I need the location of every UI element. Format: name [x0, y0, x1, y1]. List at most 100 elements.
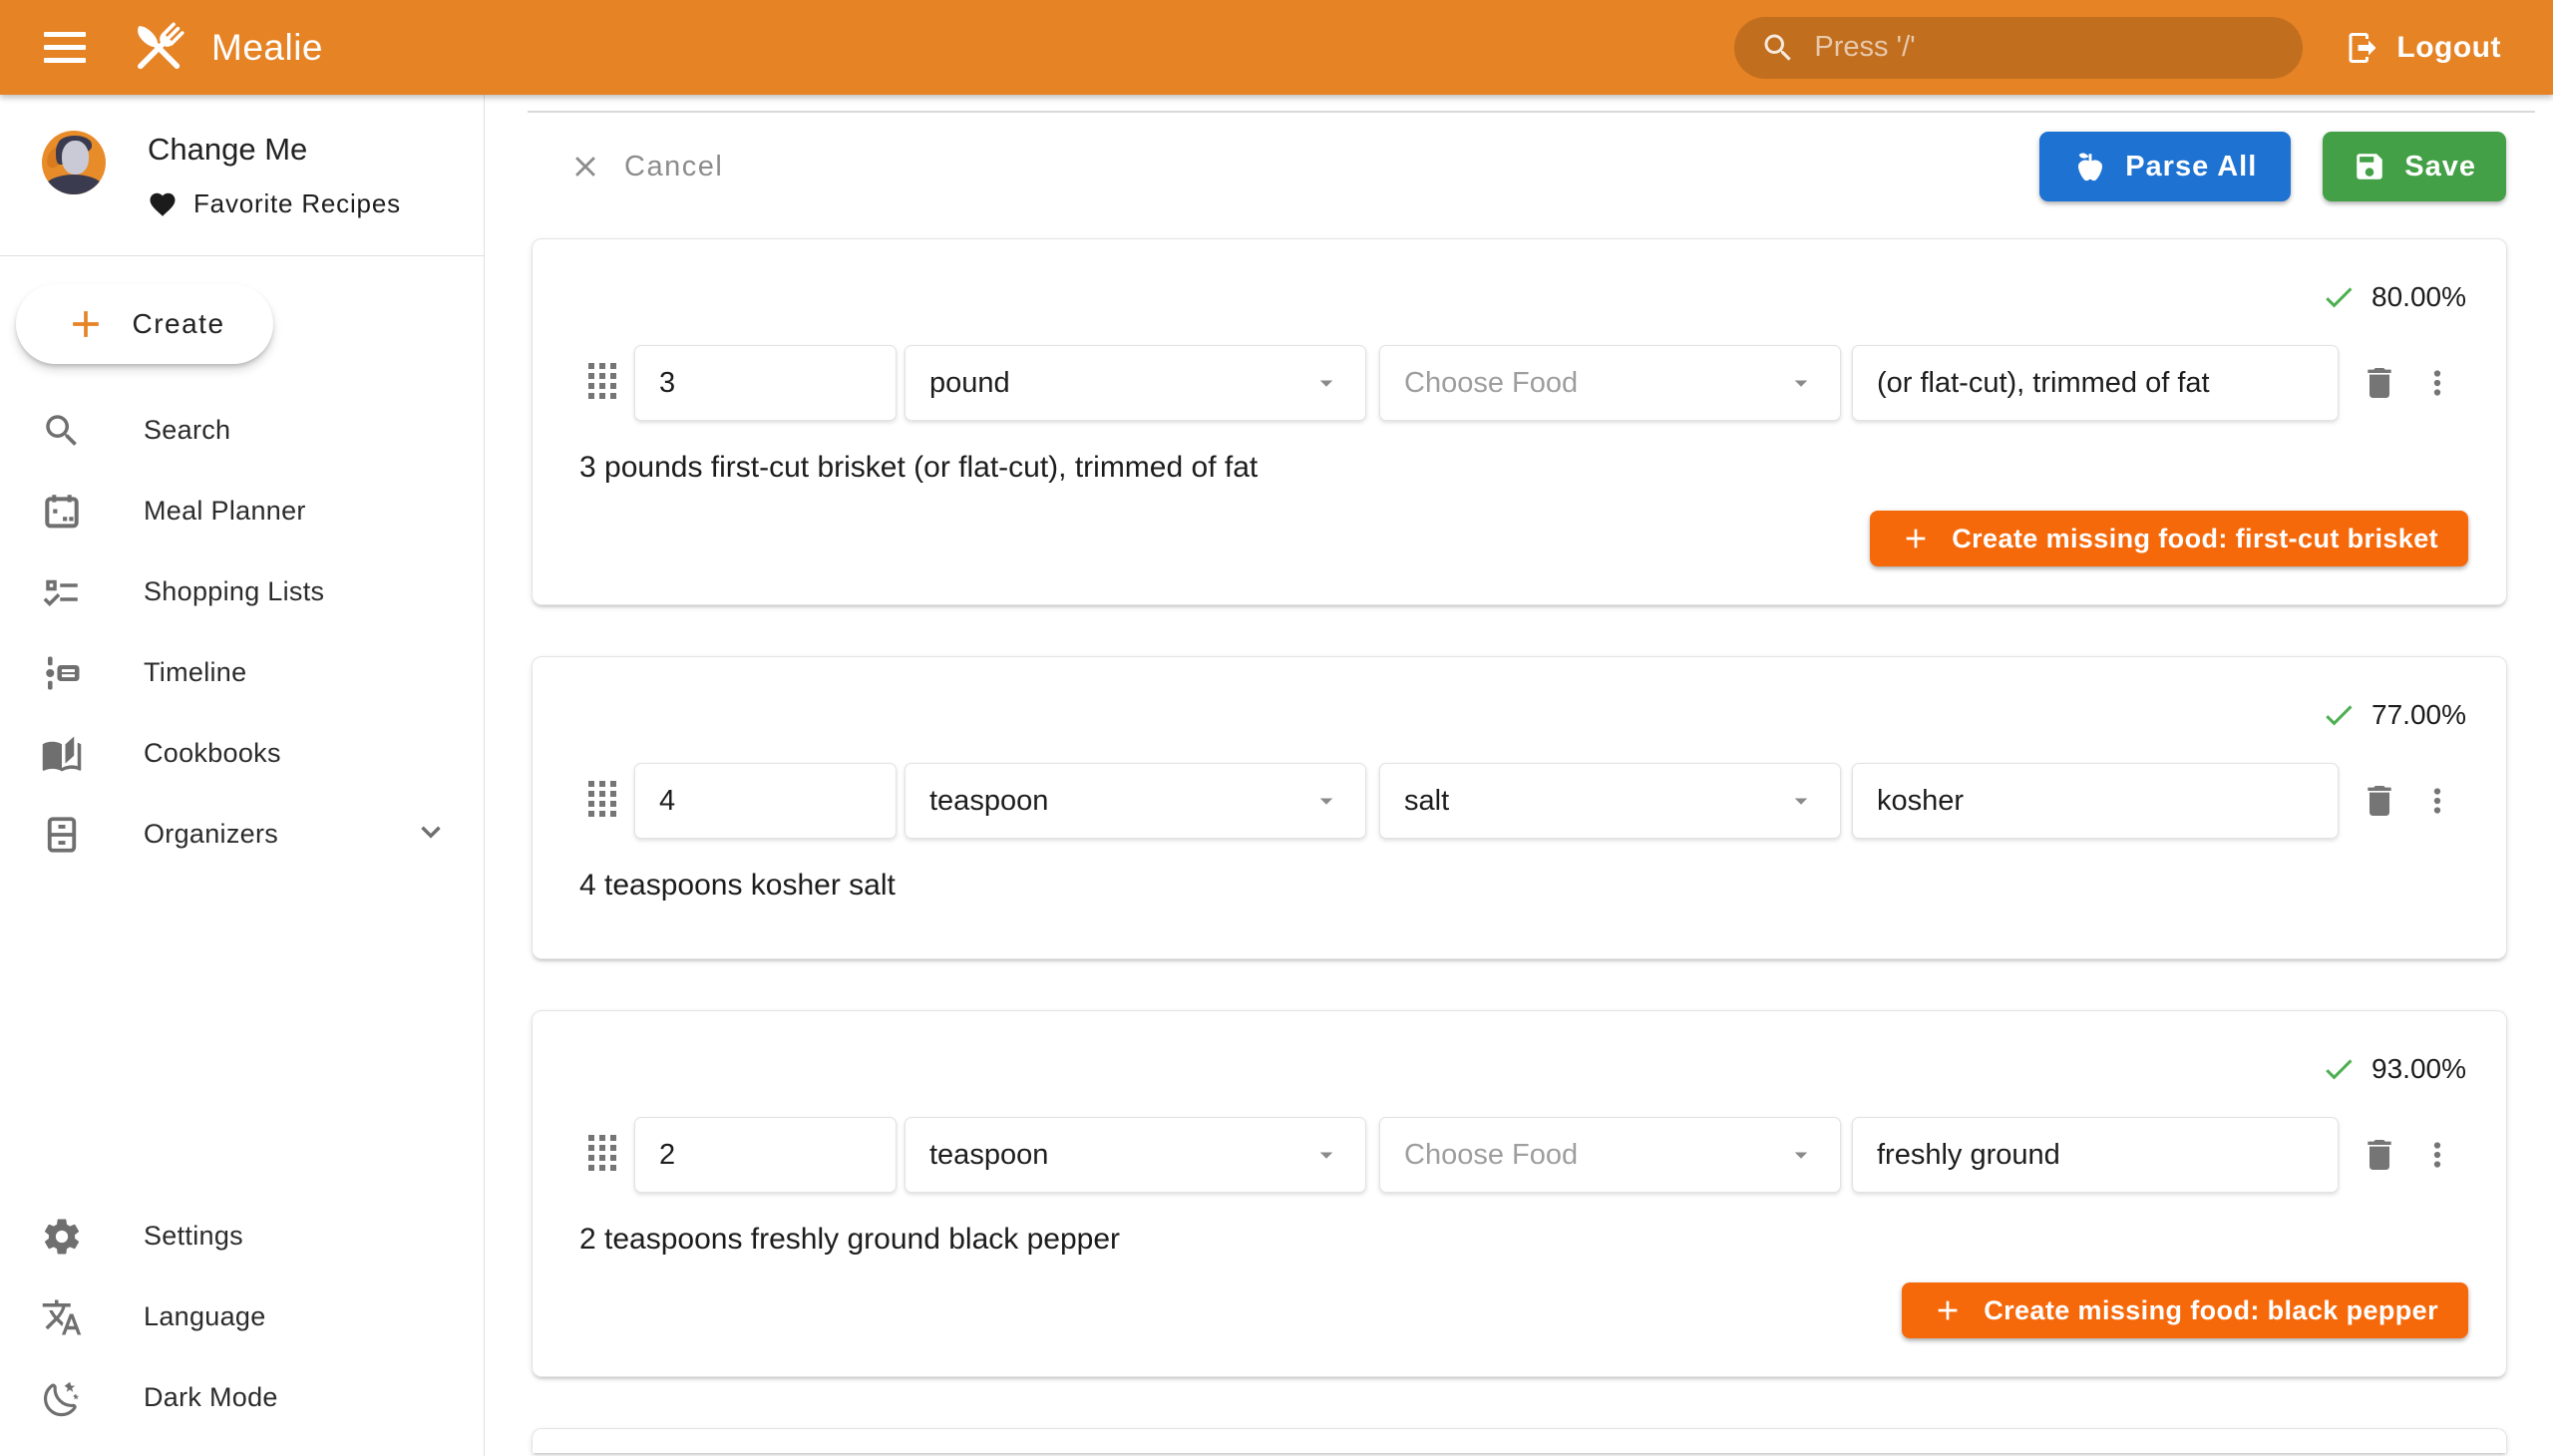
create-missing-food-button[interactable]: Create missing food: first-cut brisket — [1870, 511, 2468, 566]
cabinet-icon — [40, 813, 84, 857]
nav-item-label: Language — [144, 1301, 266, 1332]
food-select[interactable]: salt — [1379, 763, 1841, 839]
moon-icon — [40, 1376, 84, 1420]
logout-button[interactable]: Logout — [2335, 13, 2511, 83]
check-icon — [2321, 697, 2357, 733]
parse-all-button[interactable]: Parse All — [2039, 132, 2291, 201]
create-missing-food-label: Create missing food: first-cut brisket — [1952, 524, 2438, 554]
logout-label: Logout — [2396, 31, 2501, 65]
avatar[interactable] — [42, 131, 106, 194]
note-input[interactable] — [1852, 763, 2339, 839]
trash-icon — [2360, 781, 2399, 821]
create-missing-food-label: Create missing food: black pepper — [1984, 1295, 2438, 1326]
save-button[interactable]: Save — [2323, 132, 2506, 201]
unit-select[interactable]: teaspoon — [905, 763, 1366, 839]
delete-button[interactable] — [2351, 354, 2408, 412]
unit-value: pound — [929, 367, 1010, 400]
dropdown-arrow-icon — [1786, 1140, 1816, 1170]
sidebar-item-shopping-lists[interactable]: Shopping Lists — [0, 551, 484, 632]
original-ingredient-text: 4 teaspoons kosher salt — [533, 839, 2506, 903]
logout-icon — [2345, 30, 2380, 66]
unit-value: teaspoon — [929, 1139, 1048, 1172]
ingredient-fields-row: teaspoon salt — [533, 733, 2506, 839]
missing-food-row: Create missing food: first-cut brisket — [533, 485, 2506, 604]
favorite-recipes-label: Favorite Recipes — [193, 188, 401, 219]
confidence-row: 93.00% — [533, 1011, 2506, 1087]
checklist-icon — [40, 570, 84, 614]
menu-icon[interactable] — [34, 16, 98, 80]
kebab-menu-icon — [2418, 1136, 2456, 1174]
drag-handle-icon[interactable] — [588, 781, 616, 821]
sidebar-item-language[interactable]: Language — [0, 1276, 484, 1357]
app-bar: Mealie Press '/' Logout — [0, 0, 2553, 95]
check-icon — [2321, 279, 2357, 315]
gear-icon — [40, 1215, 84, 1259]
quantity-input[interactable] — [634, 345, 897, 421]
original-ingredient-text: 3 pounds first-cut brisket (or flat-cut)… — [533, 421, 2506, 485]
confidence-row: 80.00% — [533, 239, 2506, 315]
food-select[interactable]: Choose Food — [1379, 345, 1841, 421]
quantity-input[interactable] — [634, 763, 897, 839]
ingredient-fields-row: pound Choose Food — [533, 315, 2506, 421]
ingredient-list: 80.00% pound Choose Food — [485, 201, 2553, 1453]
main-content: Cancel Parse All Save 80.00% — [485, 95, 2553, 1456]
sidebar-item-dark-mode[interactable]: Dark Mode — [0, 1357, 484, 1438]
original-ingredient-text: 2 teaspoons freshly ground black pepper — [533, 1193, 2506, 1257]
nav-item-label: Meal Planner — [144, 496, 306, 527]
search-input[interactable]: Press '/' — [1734, 17, 2303, 79]
unit-select[interactable]: teaspoon — [905, 1117, 1366, 1193]
plus-icon — [64, 302, 108, 346]
drag-handle-icon[interactable] — [588, 363, 616, 403]
sidebar-item-settings[interactable]: Settings — [0, 1196, 484, 1276]
plus-icon — [1932, 1294, 1964, 1326]
sidebar-item-organizers[interactable]: Organizers — [0, 794, 484, 875]
note-input[interactable] — [1852, 1117, 2339, 1193]
top-divider — [528, 111, 2535, 113]
food-value: Choose Food — [1404, 1139, 1578, 1172]
delete-button[interactable] — [2351, 1126, 2408, 1184]
food-value: Choose Food — [1404, 367, 1578, 400]
more-menu-button[interactable] — [2408, 1126, 2466, 1184]
ingredient-fields-row: teaspoon Choose Food — [533, 1087, 2506, 1193]
kebab-menu-icon — [2418, 782, 2456, 820]
food-select[interactable]: Choose Food — [1379, 1117, 1841, 1193]
search-placeholder: Press '/' — [1814, 31, 1915, 64]
unit-select[interactable]: pound — [905, 345, 1366, 421]
user-name: Change Me — [148, 133, 401, 167]
cancel-button[interactable]: Cancel — [558, 144, 733, 189]
quantity-input[interactable] — [634, 1117, 897, 1193]
sidebar-item-meal-planner[interactable]: Meal Planner — [0, 471, 484, 551]
unit-value: teaspoon — [929, 785, 1048, 818]
parser-toolbar: Cancel Parse All Save — [558, 132, 2506, 201]
app-title: Mealie — [211, 27, 323, 69]
sidebar-item-cookbooks[interactable]: Cookbooks — [0, 713, 484, 794]
dropdown-arrow-icon — [1786, 786, 1816, 816]
confidence-value: 77.00% — [2371, 699, 2466, 731]
dropdown-arrow-icon — [1786, 368, 1816, 398]
create-button[interactable]: Create — [16, 284, 273, 364]
food-apple-icon — [2073, 150, 2107, 183]
drag-handle-icon[interactable] — [588, 1135, 616, 1175]
confidence-value: 80.00% — [2371, 281, 2466, 313]
save-icon — [2353, 150, 2386, 183]
nav-item-label: Search — [144, 415, 230, 446]
dropdown-arrow-icon — [1311, 368, 1341, 398]
search-icon — [1760, 30, 1796, 66]
dropdown-arrow-icon — [1311, 786, 1341, 816]
create-missing-food-button[interactable]: Create missing food: black pepper — [1902, 1282, 2468, 1338]
more-menu-button[interactable] — [2408, 354, 2466, 412]
delete-button[interactable] — [2351, 772, 2408, 830]
nav-item-label: Dark Mode — [144, 1382, 278, 1413]
note-input[interactable] — [1852, 345, 2339, 421]
close-icon — [568, 150, 602, 183]
more-menu-button[interactable] — [2408, 772, 2466, 830]
sidebar-item-search[interactable]: Search — [0, 390, 484, 471]
favorite-recipes-link[interactable]: Favorite Recipes — [148, 188, 401, 219]
kebab-menu-icon — [2418, 364, 2456, 402]
sidebar-item-timeline[interactable]: Timeline — [0, 632, 484, 713]
sidebar-divider — [0, 255, 484, 256]
check-icon — [2321, 1051, 2357, 1087]
mealie-logo-icon — [124, 13, 193, 83]
cancel-label: Cancel — [624, 151, 723, 183]
confidence-value: 93.00% — [2371, 1053, 2466, 1085]
